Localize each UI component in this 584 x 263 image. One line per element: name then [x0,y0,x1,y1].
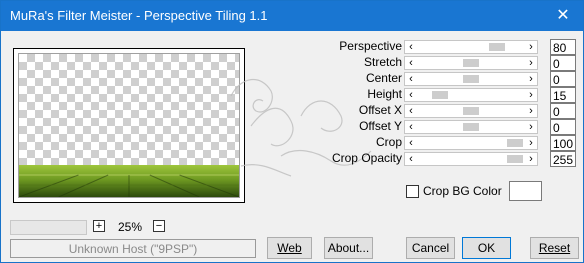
param-value-input[interactable]: 0 [550,103,576,119]
param-row: Stretch ‹ › 0 [1,55,584,71]
slider-left-arrow-icon[interactable]: ‹ [405,153,417,165]
slider-left-arrow-icon[interactable]: ‹ [405,121,417,133]
param-row: Crop Opacity ‹ › 255 [1,151,584,167]
param-slider[interactable]: ‹ › [404,56,538,70]
param-row: Center ‹ › 0 [1,71,584,87]
param-slider[interactable]: ‹ › [404,136,538,150]
cancel-button-label: Cancel [411,241,450,255]
slider-left-arrow-icon[interactable]: ‹ [405,57,417,69]
slider-right-arrow-icon[interactable]: › [525,73,537,85]
param-row: Height ‹ › 15 [1,87,584,103]
web-button-label: Web [277,241,302,255]
param-label: Perspective [339,39,402,53]
param-value-input[interactable]: 15 [550,87,576,103]
slider-right-arrow-icon[interactable]: › [525,105,537,117]
param-value-input[interactable]: 255 [550,151,576,167]
close-button[interactable]: ✕ [553,6,573,26]
slider-left-arrow-icon[interactable]: ‹ [405,73,417,85]
param-label: Center [365,71,402,85]
slider-thumb[interactable] [489,43,506,51]
param-slider[interactable]: ‹ › [404,152,538,166]
zoom-slider[interactable] [10,220,87,235]
slider-right-arrow-icon[interactable]: › [525,121,537,133]
slider-left-arrow-icon[interactable]: ‹ [405,137,417,149]
param-value-input[interactable]: 0 [550,55,576,71]
slider-left-arrow-icon[interactable]: ‹ [405,89,417,101]
crop-bg-label: Crop BG Color [423,184,502,198]
slider-right-arrow-icon[interactable]: › [525,57,537,69]
param-value-input[interactable]: 80 [550,39,576,55]
zoom-out-button[interactable]: − [153,220,165,232]
param-label: Offset Y [359,119,402,133]
about-button-label: About... [327,241,370,255]
param-label: Crop [375,135,402,149]
slider-thumb[interactable] [507,155,523,163]
reset-button[interactable]: Reset [530,237,579,259]
slider-thumb[interactable] [507,139,523,147]
param-slider[interactable]: ‹ › [404,40,538,54]
host-status: Unknown Host ("9PSP") [10,239,256,258]
param-value-input[interactable]: 0 [550,119,576,135]
crop-bg-checkbox[interactable] [406,185,419,198]
ok-button[interactable]: OK [462,237,511,259]
param-slider[interactable]: ‹ › [404,72,538,86]
param-slider[interactable]: ‹ › [404,104,538,118]
zoom-in-button[interactable]: + [93,220,105,232]
dialog-window: MuRa's Filter Meister - Perspective Tili… [0,0,584,263]
param-row: Offset X ‹ › 0 [1,103,584,119]
slider-thumb[interactable] [463,107,479,115]
slider-right-arrow-icon[interactable]: › [525,89,537,101]
param-slider[interactable]: ‹ › [404,120,538,134]
slider-thumb[interactable] [463,123,479,131]
param-value-input[interactable]: 0 [550,71,576,87]
perspective-floor [19,165,239,197]
param-row: Crop ‹ › 100 [1,135,584,151]
crop-bg-color-swatch[interactable] [509,181,542,201]
ok-button-label: OK [477,241,496,255]
slider-right-arrow-icon[interactable]: › [525,137,537,149]
param-label: Height [367,87,402,101]
param-value-input[interactable]: 100 [550,135,576,151]
param-row: Offset Y ‹ › 0 [1,119,584,135]
slider-left-arrow-icon[interactable]: ‹ [405,41,417,53]
zoom-level: 25% [118,220,143,234]
param-label: Crop Opacity [331,151,402,165]
window-title: MuRa's Filter Meister - Perspective Tili… [10,8,268,23]
param-row: Perspective ‹ › 80 [1,39,584,55]
param-label: Stretch [363,55,402,69]
web-button[interactable]: Web [267,237,312,259]
slider-thumb[interactable] [432,91,449,99]
slider-thumb[interactable] [463,59,479,67]
slider-thumb[interactable] [463,75,479,83]
about-button[interactable]: About... [324,237,373,259]
title-bar: MuRa's Filter Meister - Perspective Tili… [1,1,583,31]
param-slider[interactable]: ‹ › [404,88,538,102]
param-label: Offset X [358,103,402,117]
slider-right-arrow-icon[interactable]: › [525,153,537,165]
slider-right-arrow-icon[interactable]: › [525,41,537,53]
reset-button-label: Reset [538,241,571,255]
cancel-button[interactable]: Cancel [406,237,455,259]
slider-left-arrow-icon[interactable]: ‹ [405,105,417,117]
